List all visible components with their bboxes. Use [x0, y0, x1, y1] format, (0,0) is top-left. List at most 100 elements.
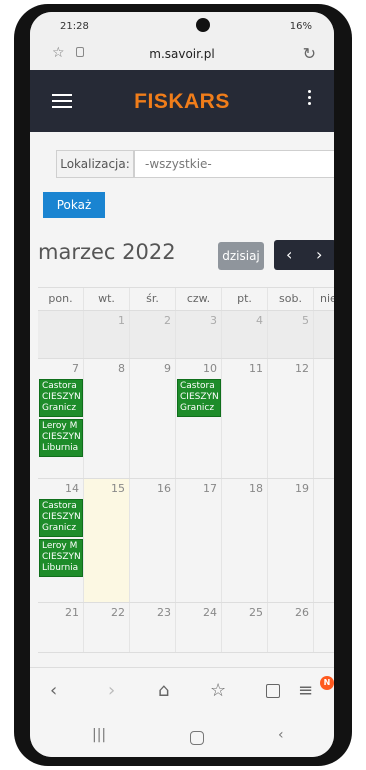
day-cell[interactable]: 21	[38, 603, 84, 652]
weekday-fri: pt.	[222, 288, 268, 310]
event-line: CIESZYN	[42, 552, 81, 562]
calendar-event[interactable]: Leroy M CIESZYN Liburnia	[39, 539, 83, 577]
day-number: 23	[157, 606, 171, 619]
event-line: Liburnia	[42, 443, 79, 453]
prev-month-button[interactable]: ‹	[286, 245, 292, 264]
screen: 21:28 16% ☆ m.savoir.pl ↻ FISKARS Lokali…	[30, 12, 334, 757]
reload-icon[interactable]: ↻	[303, 44, 316, 63]
day-cell[interactable]: 2	[130, 311, 176, 358]
system-home-icon[interactable]	[190, 731, 204, 745]
day-cell[interactable]: 19	[268, 479, 314, 602]
battery-level: 16%	[289, 21, 312, 32]
day-number: 11	[249, 362, 263, 375]
day-cell[interactable]: 10	[176, 359, 222, 478]
more-options-icon[interactable]	[308, 90, 312, 108]
weekday-thu: czw.	[176, 288, 222, 310]
event-line: Liburnia	[42, 563, 79, 573]
location-select[interactable]: -wszystkie- ⌵	[134, 150, 334, 178]
weekday-sat: sob.	[268, 288, 314, 310]
day-number: 24	[203, 606, 217, 619]
day-cell[interactable]	[38, 311, 84, 358]
event-line: Granicz	[180, 403, 215, 413]
notification-badge: N	[320, 676, 334, 690]
event-line: Granicz	[42, 403, 77, 413]
day-cell-today[interactable]: 15	[84, 479, 130, 602]
day-number: 18	[249, 482, 263, 495]
day-cell[interactable]: 9	[130, 359, 176, 478]
bookmarks-icon[interactable]: ☆	[210, 680, 226, 701]
day-cell[interactable]: 18	[222, 479, 268, 602]
event-line: CIESZYN	[180, 392, 219, 402]
tabs-icon[interactable]	[266, 684, 280, 698]
location-label: Lokalizacja:	[56, 150, 134, 178]
day-cell[interactable]: 24	[176, 603, 222, 652]
calendar-event[interactable]: Castora CIESZYN Granicz	[177, 379, 221, 417]
event-line: Granicz	[42, 523, 77, 533]
event-line: CIESZYN	[42, 432, 81, 442]
event-line: Leroy M	[42, 421, 78, 431]
weekday-mon: pon.	[38, 288, 84, 310]
day-number: 5	[302, 314, 309, 327]
weekday-wed: śr.	[130, 288, 176, 310]
today-button[interactable]: dzisiaj	[218, 242, 264, 270]
calendar-grid: pon. wt. śr. czw. pt. sob. niedz. 1 2 3 …	[38, 287, 334, 653]
day-cell[interactable]: 23	[130, 603, 176, 652]
event-line: CIESZYN	[42, 512, 81, 522]
day-cell[interactable]: 11	[222, 359, 268, 478]
next-month-button[interactable]: ›	[316, 245, 322, 264]
forward-icon[interactable]: ›	[108, 680, 115, 701]
day-cell[interactable]: 13	[314, 359, 334, 478]
url-text[interactable]: m.savoir.pl	[30, 47, 334, 61]
calendar-event[interactable]: Castora CIESZYN Granicz	[39, 499, 83, 537]
day-cell[interactable]: 12	[268, 359, 314, 478]
day-number: 25	[249, 606, 263, 619]
recent-apps-icon[interactable]: |||	[92, 727, 106, 743]
day-number: 9	[164, 362, 171, 375]
day-cell[interactable]: 16	[130, 479, 176, 602]
day-cell[interactable]: 27	[314, 603, 334, 652]
menu-icon[interactable]: ≡	[298, 680, 313, 701]
day-cell[interactable]: 5	[268, 311, 314, 358]
day-number: 17	[203, 482, 217, 495]
day-cell[interactable]: 6	[314, 311, 334, 358]
day-number: 8	[118, 362, 125, 375]
location-select-value: -wszystkie-	[145, 157, 212, 171]
calendar-event[interactable]: Castora CIESZYN Granicz	[39, 379, 83, 417]
event-line: Castora	[180, 381, 215, 391]
day-cell[interactable]: 4	[222, 311, 268, 358]
home-icon[interactable]: ⌂	[158, 680, 169, 701]
system-nav-bar: ||| ‹	[30, 717, 334, 757]
day-cell[interactable]: 1	[84, 311, 130, 358]
fiskars-logo[interactable]: FISKARS	[30, 90, 334, 114]
day-cell[interactable]: 17	[176, 479, 222, 602]
day-cell[interactable]: 26	[268, 603, 314, 652]
day-number: 12	[295, 362, 309, 375]
show-button[interactable]: Pokaż	[43, 192, 105, 218]
day-cell[interactable]: 20	[314, 479, 334, 602]
day-number: 16	[157, 482, 171, 495]
day-number: 15	[111, 482, 125, 495]
calendar-event[interactable]: Leroy M CIESZYN Liburnia	[39, 419, 83, 457]
calendar-week: 21 22 23 24 25 26 27	[38, 603, 334, 653]
back-icon[interactable]: ‹	[50, 680, 57, 701]
event-line: Castora	[42, 381, 77, 391]
browser-url-bar[interactable]: ☆ m.savoir.pl ↻	[30, 38, 334, 70]
browser-bottom-nav: ‹ › ⌂ ☆ ≡ N	[30, 667, 334, 717]
day-number: 3	[210, 314, 217, 327]
system-back-icon[interactable]: ‹	[278, 727, 284, 743]
status-time: 21:28	[60, 21, 89, 32]
status-bar: 21:28 16%	[30, 12, 334, 38]
day-cell[interactable]: 3	[176, 311, 222, 358]
day-number: 1	[118, 314, 125, 327]
weekday-header: pon. wt. śr. czw. pt. sob. niedz.	[38, 287, 334, 311]
calendar-week: 14 15 16 17 18 19 20 Castora CIESZYN Gra…	[38, 479, 334, 603]
weekday-sun: niedz.	[314, 288, 334, 310]
day-number: 14	[65, 482, 79, 495]
day-number: 26	[295, 606, 309, 619]
day-cell[interactable]: 25	[222, 603, 268, 652]
event-line: Castora	[42, 501, 77, 511]
calendar-week: 7 8 9 10 11 12 13 Castora CIESZYN Granic…	[38, 359, 334, 479]
day-cell[interactable]: 22	[84, 603, 130, 652]
day-cell[interactable]: 8	[84, 359, 130, 478]
day-number: 7	[72, 362, 79, 375]
